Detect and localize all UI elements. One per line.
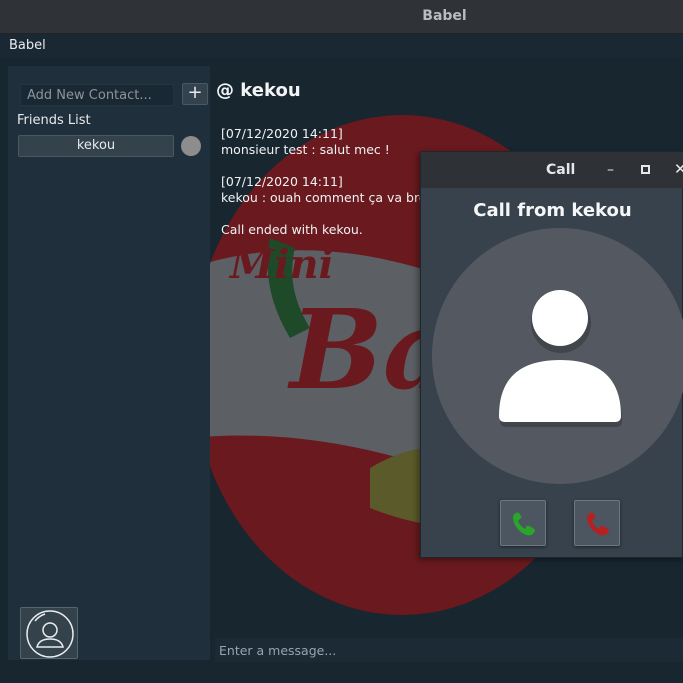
friends-list-label: Friends List xyxy=(17,113,91,128)
add-contact-button[interactable]: + xyxy=(182,83,208,105)
message-timestamp: [07/12/2020 14:11] xyxy=(221,126,343,141)
add-contact-input[interactable] xyxy=(20,84,174,106)
minimize-button[interactable]: – xyxy=(607,162,619,178)
friend-status-indicator xyxy=(181,136,201,156)
user-profile-icon xyxy=(26,610,74,658)
close-button[interactable]: ✕ xyxy=(674,160,683,178)
menu-bar: Babel xyxy=(0,34,683,58)
window-title: Babel xyxy=(422,8,467,24)
call-window-titlebar: Call – ✕ xyxy=(421,152,683,188)
phone-icon xyxy=(587,512,609,536)
maximize-button[interactable] xyxy=(641,165,650,174)
message-text: kekou : ouah comment ça va bro ? xyxy=(221,190,438,205)
message-item: [07/12/2020 14:11] kekou : ouah comment … xyxy=(221,174,441,206)
message-list: [07/12/2020 14:11] monsieur test : salut… xyxy=(221,126,441,254)
caller-avatar xyxy=(432,228,683,484)
decline-call-button[interactable] xyxy=(574,500,620,546)
message-timestamp: [07/12/2020 14:11] xyxy=(221,174,343,189)
user-silhouette-icon xyxy=(499,290,622,427)
message-text: Call ended with kekou. xyxy=(221,222,363,237)
call-window-title: Call xyxy=(546,162,576,178)
call-heading: Call from kekou xyxy=(473,200,632,221)
message-item: Call ended with kekou. xyxy=(221,222,441,238)
accept-call-button[interactable] xyxy=(500,500,546,546)
profile-button[interactable] xyxy=(20,607,78,659)
app-menu[interactable]: Babel xyxy=(9,38,46,53)
phone-icon xyxy=(513,512,535,536)
message-input[interactable] xyxy=(215,638,683,662)
sidebar: + Friends List kekou xyxy=(8,66,210,660)
message-text: monsieur test : salut mec ! xyxy=(221,142,390,157)
friend-item[interactable]: kekou xyxy=(18,135,174,157)
message-item: [07/12/2020 14:11] monsieur test : salut… xyxy=(221,126,441,158)
call-window: Call – ✕ Call from kekou xyxy=(420,151,683,558)
window-titlebar: Babel xyxy=(0,0,683,34)
chat-title: @ kekou xyxy=(216,80,301,101)
